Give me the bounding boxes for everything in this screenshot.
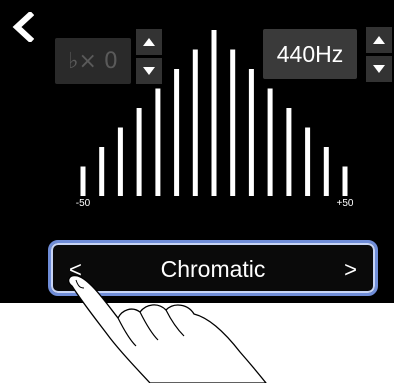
pointing-hand-icon: [67, 275, 267, 383]
